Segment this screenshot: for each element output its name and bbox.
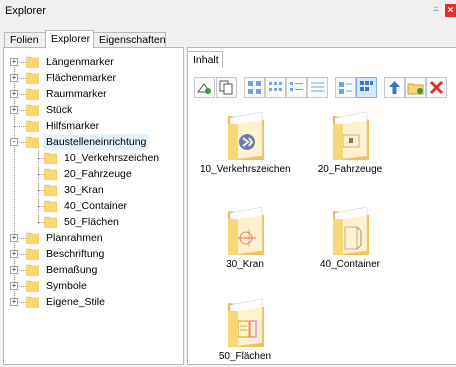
- folder-icon: [25, 296, 40, 309]
- content-item[interactable]: 30_Kran: [200, 205, 290, 270]
- content-item-label: 10_Verkehrszeichen: [200, 164, 291, 175]
- title-bar: Explorer ⍨ ×: [0, 0, 456, 22]
- expand-icon[interactable]: +: [10, 106, 18, 114]
- folder-icon: [43, 216, 58, 229]
- expand-icon[interactable]: +: [10, 266, 18, 274]
- folder-icon: [25, 232, 40, 245]
- tree-item-label: Baustelleneinrichtung: [43, 134, 150, 150]
- list-icon: [290, 82, 303, 91]
- tab-explorer[interactable]: Explorer: [45, 30, 94, 48]
- folder-thumbnail-icon: [333, 206, 369, 256]
- tree-connector: [14, 126, 26, 127]
- expand-icon[interactable]: +: [10, 298, 18, 306]
- tree-line: [38, 151, 39, 224]
- content-item-label: 40_Container: [319, 259, 381, 270]
- tree-item-label: Planrahmen: [46, 232, 103, 244]
- folder-thumbnail-icon: [228, 111, 264, 161]
- folder-icon: [43, 168, 58, 181]
- view-details-button[interactable]: [307, 77, 328, 98]
- tree-item-label: Eigene_Stile: [46, 296, 105, 308]
- content-item-label: 30_Kran: [226, 259, 264, 270]
- thumbnails-icon: [360, 81, 373, 91]
- window-title: Explorer: [5, 5, 46, 17]
- folder-icon: [25, 120, 40, 133]
- tree-item-label: Raummarker: [46, 88, 107, 100]
- tiles-icon: [339, 82, 352, 94]
- tree-item-label: Bemaßung: [46, 264, 98, 276]
- content-item-label: 20_Fahrzeuge: [317, 164, 383, 175]
- folder-icon: [25, 104, 40, 117]
- folder-thumbnail-icon: [333, 111, 369, 161]
- large-icons-icon: [248, 81, 261, 94]
- arrow-up-icon: [389, 81, 400, 94]
- expand-icon[interactable]: +: [10, 58, 18, 66]
- folder-icon: [25, 248, 40, 261]
- view-small-icons-button[interactable]: [265, 77, 286, 98]
- folder-thumbnail-icon: [228, 298, 264, 348]
- delete-button[interactable]: [426, 77, 447, 98]
- tree-item-label: Beschriftung: [46, 248, 105, 260]
- folder-icon: [25, 136, 40, 149]
- collapse-icon[interactable]: -: [10, 138, 18, 146]
- folder-icon: [25, 72, 40, 85]
- new-style-button[interactable]: [194, 77, 215, 98]
- tree-item-label: 40_Container: [64, 200, 128, 212]
- tree-item-label: 50_Flächen: [64, 216, 119, 228]
- tree-item-label: 10_Verkehrszeichen: [64, 152, 160, 164]
- folder-icon: [43, 152, 58, 165]
- up-button[interactable]: [384, 77, 405, 98]
- expand-icon[interactable]: +: [10, 282, 18, 290]
- tree-item-label: Stück: [46, 104, 73, 116]
- copy-button[interactable]: [216, 77, 237, 98]
- small-icons-icon: [269, 82, 282, 91]
- tree-item-label: 30_Kran: [64, 184, 104, 196]
- pin-icon[interactable]: ⍨: [430, 4, 442, 17]
- tree-item-label: 20_Fahrzeuge: [64, 168, 132, 180]
- details-icon: [311, 82, 324, 92]
- folder-icon: [25, 264, 40, 277]
- content-item-label: 50_Flächen: [218, 351, 272, 362]
- view-tiles-button[interactable]: [335, 77, 356, 98]
- expand-icon[interactable]: +: [10, 90, 18, 98]
- view-thumbnails-button[interactable]: [356, 77, 377, 98]
- view-large-icons-button[interactable]: [244, 77, 265, 98]
- tab-eigenschaften[interactable]: Eigenschaften: [93, 32, 166, 47]
- expand-icon[interactable]: +: [10, 74, 18, 82]
- folder-icon: [25, 280, 40, 293]
- content-item[interactable]: 20_Fahrzeuge: [305, 110, 395, 175]
- folder-icon: [43, 200, 58, 213]
- content-item[interactable]: 40_Container: [305, 205, 395, 270]
- tree-item-label: Flächenmarker: [46, 72, 117, 84]
- expand-icon[interactable]: +: [10, 234, 18, 242]
- folder-icon: [43, 184, 58, 197]
- new-style-icon: [197, 83, 211, 94]
- expand-icon[interactable]: +: [10, 250, 18, 258]
- content-item[interactable]: 50_Flächen: [200, 297, 290, 362]
- copy-icon: [219, 80, 233, 95]
- view-list-button[interactable]: [286, 77, 307, 98]
- folder-thumbnail-icon: [228, 206, 264, 256]
- folder-icon: [25, 88, 40, 101]
- folder-icon: [25, 56, 40, 69]
- content-item[interactable]: 10_Verkehrszeichen: [200, 110, 291, 175]
- tab-folien[interactable]: Folien: [4, 32, 46, 47]
- tree-item-label: Hilfsmarker: [46, 120, 100, 132]
- tree-item-label: Längenmarker: [46, 56, 114, 68]
- new-folder-button[interactable]: [405, 77, 426, 98]
- tree-item-label: Symbole: [46, 280, 87, 292]
- close-icon[interactable]: ×: [445, 4, 456, 17]
- tab-inhalt[interactable]: Inhalt: [187, 51, 223, 68]
- delete-icon: [429, 80, 444, 95]
- new-folder-icon: [407, 83, 424, 95]
